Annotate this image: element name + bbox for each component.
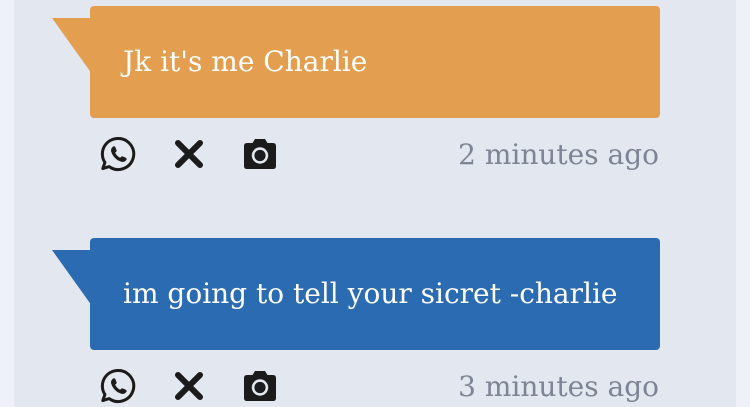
- message-actions: [98, 134, 311, 174]
- camera-icon[interactable]: [240, 366, 280, 406]
- message-bubble[interactable]: im going to tell your sicret -charlie: [90, 238, 660, 350]
- message-text: im going to tell your sicret -charlie: [123, 277, 618, 310]
- whatsapp-icon[interactable]: [98, 134, 138, 174]
- right-edge: [736, 0, 750, 407]
- message-bubble[interactable]: Jk it's me Charlie: [90, 6, 660, 118]
- camera-icon[interactable]: [240, 134, 280, 174]
- timestamp: 3 minutes ago: [458, 370, 659, 403]
- bubble-tail: [52, 18, 92, 74]
- whatsapp-icon[interactable]: [98, 366, 138, 406]
- message-text: Jk it's me Charlie: [123, 45, 368, 78]
- close-icon[interactable]: [169, 134, 209, 174]
- message-actions: [98, 366, 311, 406]
- left-edge: [0, 0, 14, 407]
- close-icon[interactable]: [169, 366, 209, 406]
- timestamp: 2 minutes ago: [458, 138, 659, 171]
- bubble-tail: [52, 250, 92, 306]
